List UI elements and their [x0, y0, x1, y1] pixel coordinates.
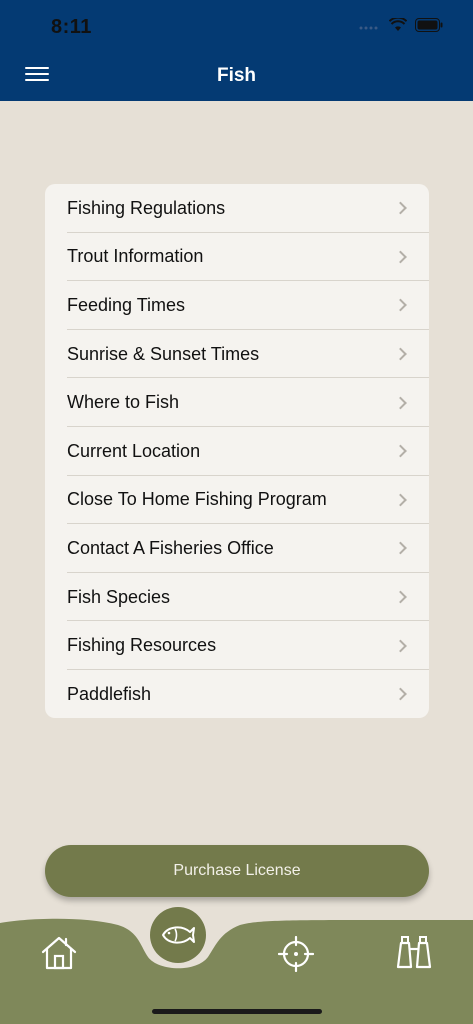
menu-item-label: Fishing Regulations [67, 197, 226, 218]
wifi-icon [389, 18, 407, 31]
menu-item-label: Close To Home Fishing Program [67, 489, 327, 510]
status-time: 8:11 [51, 16, 92, 38]
home-indicator [152, 1009, 322, 1014]
menu-item-trout-information[interactable]: Trout Information [45, 233, 429, 282]
menu-item-contact-fisheries-office[interactable]: Contact A Fisheries Office [45, 524, 429, 573]
purchase-license-button[interactable]: Purchase License [45, 845, 429, 897]
menu-item-label: Contact A Fisheries Office [67, 537, 274, 558]
binoculars-icon[interactable] [394, 935, 434, 971]
chevron-right-icon [394, 639, 407, 653]
chevron-right-icon [394, 542, 407, 555]
chevron-right-icon [394, 687, 407, 701]
fish-icon [162, 926, 195, 944]
menu-item-label: Fish Species [67, 586, 171, 607]
chevron-right-icon [394, 493, 407, 507]
menu-item-label: Fishing Resources [67, 635, 217, 656]
menu-item-current-location[interactable]: Current Location [45, 427, 429, 476]
crosshair-icon[interactable] [278, 936, 314, 972]
menu-item-label: Current Location [67, 440, 201, 461]
menu-item-feeding-times[interactable]: Feeding Times [45, 281, 429, 330]
battery-icon [415, 18, 443, 32]
status-bar: 8:11 [0, 0, 473, 52]
menu-item-label: Where to Fish [67, 392, 180, 413]
tab-bar [0, 905, 473, 1024]
menu-item-paddlefish[interactable]: Paddlefish [45, 670, 429, 718]
signal-icon [359, 26, 378, 30]
chevron-right-icon [394, 250, 407, 264]
status-icons [359, 18, 443, 32]
home-icon[interactable] [40, 935, 78, 971]
chevron-right-icon [394, 347, 407, 361]
chevron-right-icon [394, 201, 407, 215]
menu-item-label: Feeding Times [67, 294, 186, 315]
tab-fish[interactable] [150, 907, 206, 963]
page-title: Fish [216, 65, 257, 86]
menu-item-fish-species[interactable]: Fish Species [45, 573, 429, 622]
menu-list: Fishing Regulations Trout Information Fe… [45, 184, 429, 718]
chevron-right-icon [394, 396, 407, 410]
chevron-right-icon [394, 444, 407, 458]
menu-item-label: Sunrise & Sunset Times [67, 343, 260, 364]
menu-item-where-to-fish[interactable]: Where to Fish [45, 378, 429, 427]
menu-item-sunrise-sunset-times[interactable]: Sunrise & Sunset Times [45, 330, 429, 379]
chevron-right-icon [394, 299, 407, 312]
nav-bar: Fish [0, 52, 473, 101]
menu-item-close-to-home[interactable]: Close To Home Fishing Program [45, 476, 429, 525]
chevron-right-icon [394, 590, 407, 604]
menu-item-fishing-regulations[interactable]: Fishing Regulations [45, 184, 429, 233]
menu-item-label: Trout Information [67, 246, 204, 267]
menu-item-fishing-resources[interactable]: Fishing Resources [45, 621, 429, 670]
menu-item-label: Paddlefish [67, 683, 152, 704]
